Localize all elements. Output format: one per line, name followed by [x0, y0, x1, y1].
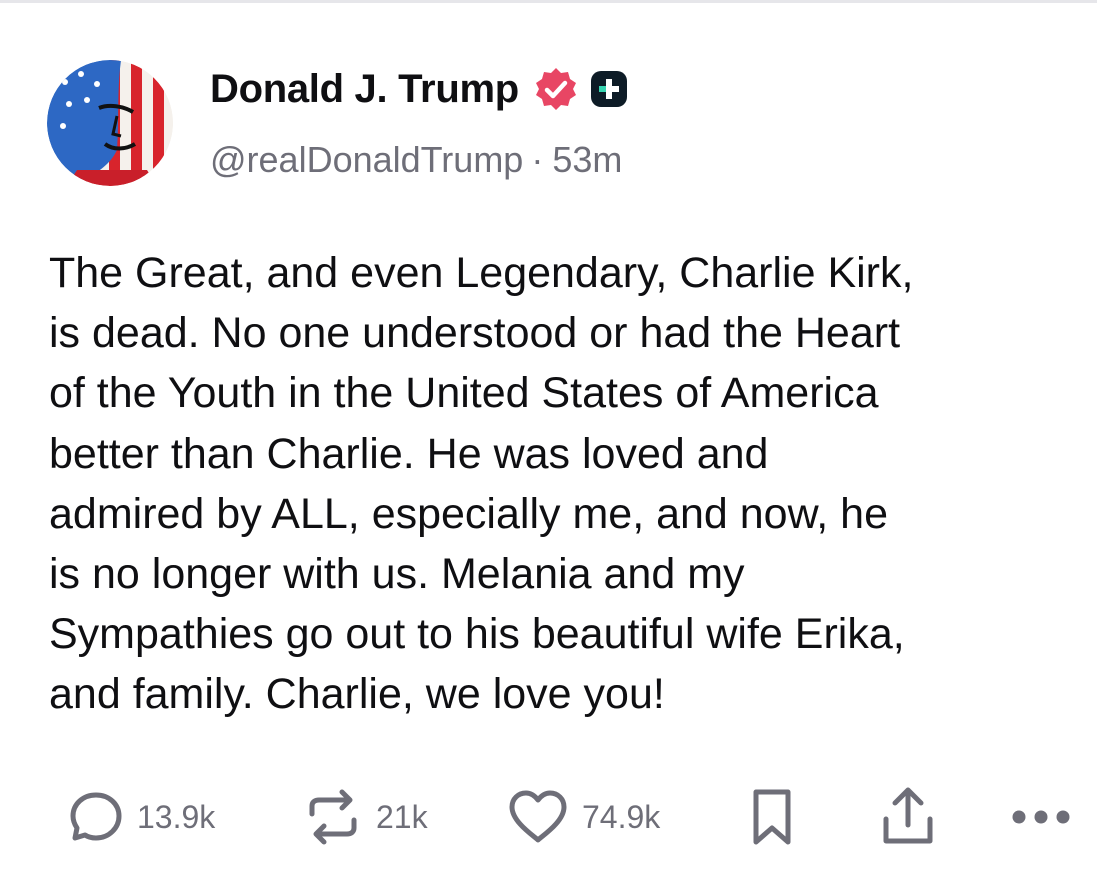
- post-text-line: and family. Charlie, we love you!: [49, 670, 665, 719]
- post-text-line: better than Charlie. He was loved and: [49, 429, 769, 478]
- action-bar: 13.9k 21k 74.9k: [0, 782, 1097, 852]
- heart-icon: [509, 790, 567, 843]
- speech-bubble-icon: [70, 792, 122, 841]
- retruth-button[interactable]: 21k: [302, 782, 428, 852]
- more-options-button[interactable]: [1010, 782, 1072, 852]
- repost-arrows-icon: [309, 789, 357, 845]
- handle-row: @realDonaldTrump · 53m: [210, 138, 622, 182]
- ellipsis-icon: [1012, 810, 1070, 824]
- reply-button[interactable]: 13.9k: [67, 782, 215, 852]
- reply-count: 13.9k: [137, 798, 216, 835]
- plus-badge-icon: [590, 71, 627, 107]
- post-text-line: is no longer with us. Melania and my: [49, 550, 745, 599]
- share-upload-icon: [883, 787, 933, 844]
- timestamp[interactable]: 53m: [552, 139, 622, 180]
- post-card: Donald J. Trump @realDonaldTrump · 53m The…: [0, 0, 1097, 895]
- post-text-line: admired by ALL, especially me, and now, …: [49, 489, 889, 538]
- share-button[interactable]: [878, 782, 938, 852]
- separator: ·: [531, 139, 544, 180]
- post-text: The Great, and even Legendary, Charlie K…: [49, 243, 1079, 725]
- bookmark-button[interactable]: [747, 782, 797, 852]
- verified-badge-icon: [535, 68, 576, 110]
- avatar[interactable]: [47, 60, 173, 186]
- post-text-line: is dead. No one understood or had the He…: [49, 309, 901, 358]
- post-text-line: Sympathies go out to his beautiful wife …: [49, 610, 905, 659]
- like-button[interactable]: 74.9k: [506, 782, 660, 852]
- like-count: 74.9k: [582, 798, 661, 835]
- author-name-row: Donald J. Trump: [210, 64, 627, 114]
- bookmark-icon: [753, 789, 791, 845]
- display-name[interactable]: Donald J. Trump: [210, 64, 519, 114]
- retruth-count: 21k: [376, 798, 428, 835]
- handle[interactable]: @realDonaldTrump: [210, 139, 523, 180]
- post-text-line: of the Youth in the United States of Ame…: [49, 369, 879, 418]
- post-text-line: The Great, and even Legendary, Charlie K…: [49, 249, 914, 297]
